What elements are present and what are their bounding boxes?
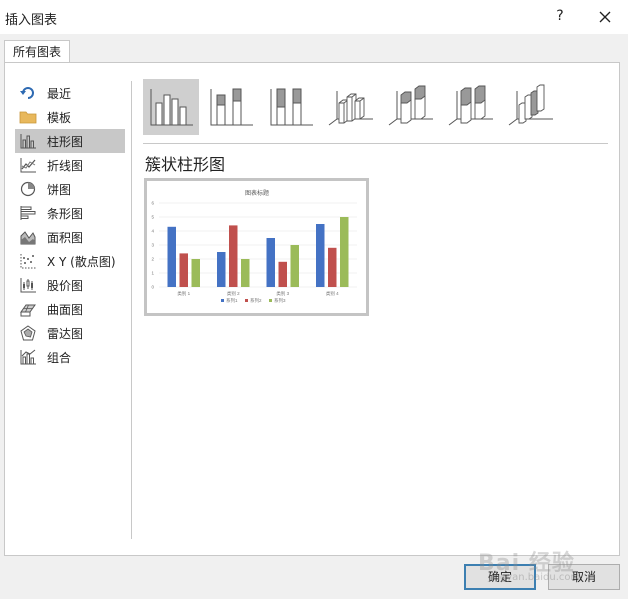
legend-label: 系列2 <box>250 297 262 304</box>
bar <box>340 217 349 287</box>
subtype-3d-column[interactable] <box>503 79 559 135</box>
bar <box>191 259 200 287</box>
y-tick-label: 4 <box>151 229 154 234</box>
sidebar-item-column[interactable]: 柱形图 <box>15 129 125 153</box>
sidebar-item-label: 最近 <box>47 86 72 101</box>
close-icon <box>599 11 611 23</box>
bar-chart-icon <box>20 206 36 220</box>
x-tick-label: 类别 3 <box>276 290 289 297</box>
subtype-3d-percent-stacked-column[interactable] <box>443 79 499 135</box>
tab-strip: 所有图表 <box>0 34 628 64</box>
bar <box>328 247 337 287</box>
legend-label: 系列1 <box>226 297 238 304</box>
bar <box>179 253 188 287</box>
preview-chart: 图表标题 0 1 2 3 4 5 6 类别 1 类别 2 类别 3 类别 4 系列1 系列2 系列3 <box>151 189 357 304</box>
bar <box>241 259 250 287</box>
x-tick-label: 类别 1 <box>177 290 190 297</box>
3d-stacked-column-icon <box>388 85 433 126</box>
main-panel: 最近 模板 柱形图 折线图 饼图 条形图 面积图 X Y (散点图) 股价图 曲… <box>4 62 620 556</box>
sidebar-item-line[interactable]: 折线图 <box>15 153 125 177</box>
sidebar-item-recent[interactable]: 最近 <box>15 81 125 105</box>
y-tick-label: 3 <box>151 243 154 248</box>
sidebar-item-label: 雷达图 <box>47 326 84 341</box>
chart-type-list: 最近 模板 柱形图 折线图 饼图 条形图 面积图 X Y (散点图) 股价图 曲… <box>15 81 125 369</box>
percent-stacked-column-icon <box>270 88 313 126</box>
subtype-clustered-column[interactable] <box>143 79 199 135</box>
sidebar-item-label: 条形图 <box>47 206 84 221</box>
sidebar-item-combo[interactable]: 组合 <box>15 345 125 369</box>
x-tick-label: 类别 4 <box>326 290 339 297</box>
bar <box>266 238 275 287</box>
horizontal-divider <box>143 143 608 144</box>
subtype-3d-clustered-column[interactable] <box>323 79 379 135</box>
recent-icon <box>20 87 34 99</box>
sidebar-item-surface[interactable]: 曲面图 <box>15 297 125 321</box>
sidebar-item-label: 柱形图 <box>47 134 84 149</box>
x-tick-label: 类别 2 <box>227 290 240 297</box>
radar-chart-icon <box>20 325 36 341</box>
subtype-title: 簇状柱形图 <box>145 155 226 174</box>
chart-title: 图表标题 <box>245 189 269 197</box>
legend-swatch <box>221 299 224 302</box>
y-tick-label: 6 <box>151 201 154 206</box>
tab-all-charts[interactable]: 所有图表 <box>4 40 70 64</box>
bar <box>316 224 325 287</box>
stacked-column-icon <box>210 88 253 126</box>
y-tick-label: 5 <box>151 215 154 220</box>
sidebar-item-label: X Y (散点图) <box>47 254 116 269</box>
sidebar-item-label: 折线图 <box>47 158 84 173</box>
y-tick-label: 0 <box>151 285 154 290</box>
bar <box>217 252 226 287</box>
watermark-url: jingyan.baidu.com <box>488 572 581 583</box>
sidebar-item-label: 面积图 <box>47 230 84 245</box>
3d-clustered-column-icon <box>328 91 373 126</box>
chart-preview[interactable]: 图表标题 0 1 2 3 4 5 6 类别 1 类别 2 类别 3 类别 4 系列1 系列2 系列3 <box>144 178 369 316</box>
sidebar-item-pie[interactable]: 饼图 <box>15 177 125 201</box>
line-chart-icon <box>20 158 36 173</box>
sidebar-item-scatter[interactable]: X Y (散点图) <box>15 249 125 273</box>
bar <box>167 226 176 287</box>
combo-chart-icon <box>20 349 36 365</box>
legend-label: 系列3 <box>274 297 286 304</box>
vertical-divider <box>131 81 132 539</box>
pie-chart-icon <box>20 181 36 197</box>
bar <box>229 225 238 287</box>
help-button[interactable]: ? <box>550 6 570 26</box>
subtype-percent-stacked-column[interactable] <box>263 79 319 135</box>
surface-chart-icon <box>20 304 36 317</box>
legend-swatch <box>245 299 248 302</box>
sidebar-item-bar[interactable]: 条形图 <box>15 201 125 225</box>
sidebar-item-stock[interactable]: 股价图 <box>15 273 125 297</box>
subtype-stacked-column[interactable] <box>203 79 259 135</box>
y-tick-label: 2 <box>151 257 154 262</box>
bar <box>278 261 287 287</box>
area-chart-icon <box>20 231 36 245</box>
3d-percent-stacked-column-icon <box>448 85 493 126</box>
sidebar-item-templates[interactable]: 模板 <box>15 105 125 129</box>
title-bar: 插入图表 ? <box>0 0 628 34</box>
3d-column-icon <box>508 84 553 126</box>
sidebar-item-label: 股价图 <box>47 278 84 293</box>
column-chart-icon <box>20 134 36 149</box>
y-tick-label: 1 <box>151 271 154 276</box>
legend-swatch <box>269 299 272 302</box>
dialog-title: 插入图表 <box>5 13 58 28</box>
close-button[interactable] <box>593 5 617 29</box>
sidebar-item-label: 饼图 <box>47 182 72 197</box>
sidebar-item-label: 曲面图 <box>47 302 84 317</box>
sidebar-item-label: 模板 <box>47 110 72 125</box>
stock-chart-icon <box>20 278 36 293</box>
scatter-chart-icon <box>20 254 36 269</box>
clustered-column-icon <box>150 89 193 126</box>
sidebar-item-radar[interactable]: 雷达图 <box>15 321 125 345</box>
sidebar-item-area[interactable]: 面积图 <box>15 225 125 249</box>
bar <box>290 245 299 287</box>
sidebar-item-label: 组合 <box>47 350 72 365</box>
subtype-3d-stacked-column[interactable] <box>383 79 439 135</box>
folder-icon <box>19 111 37 124</box>
